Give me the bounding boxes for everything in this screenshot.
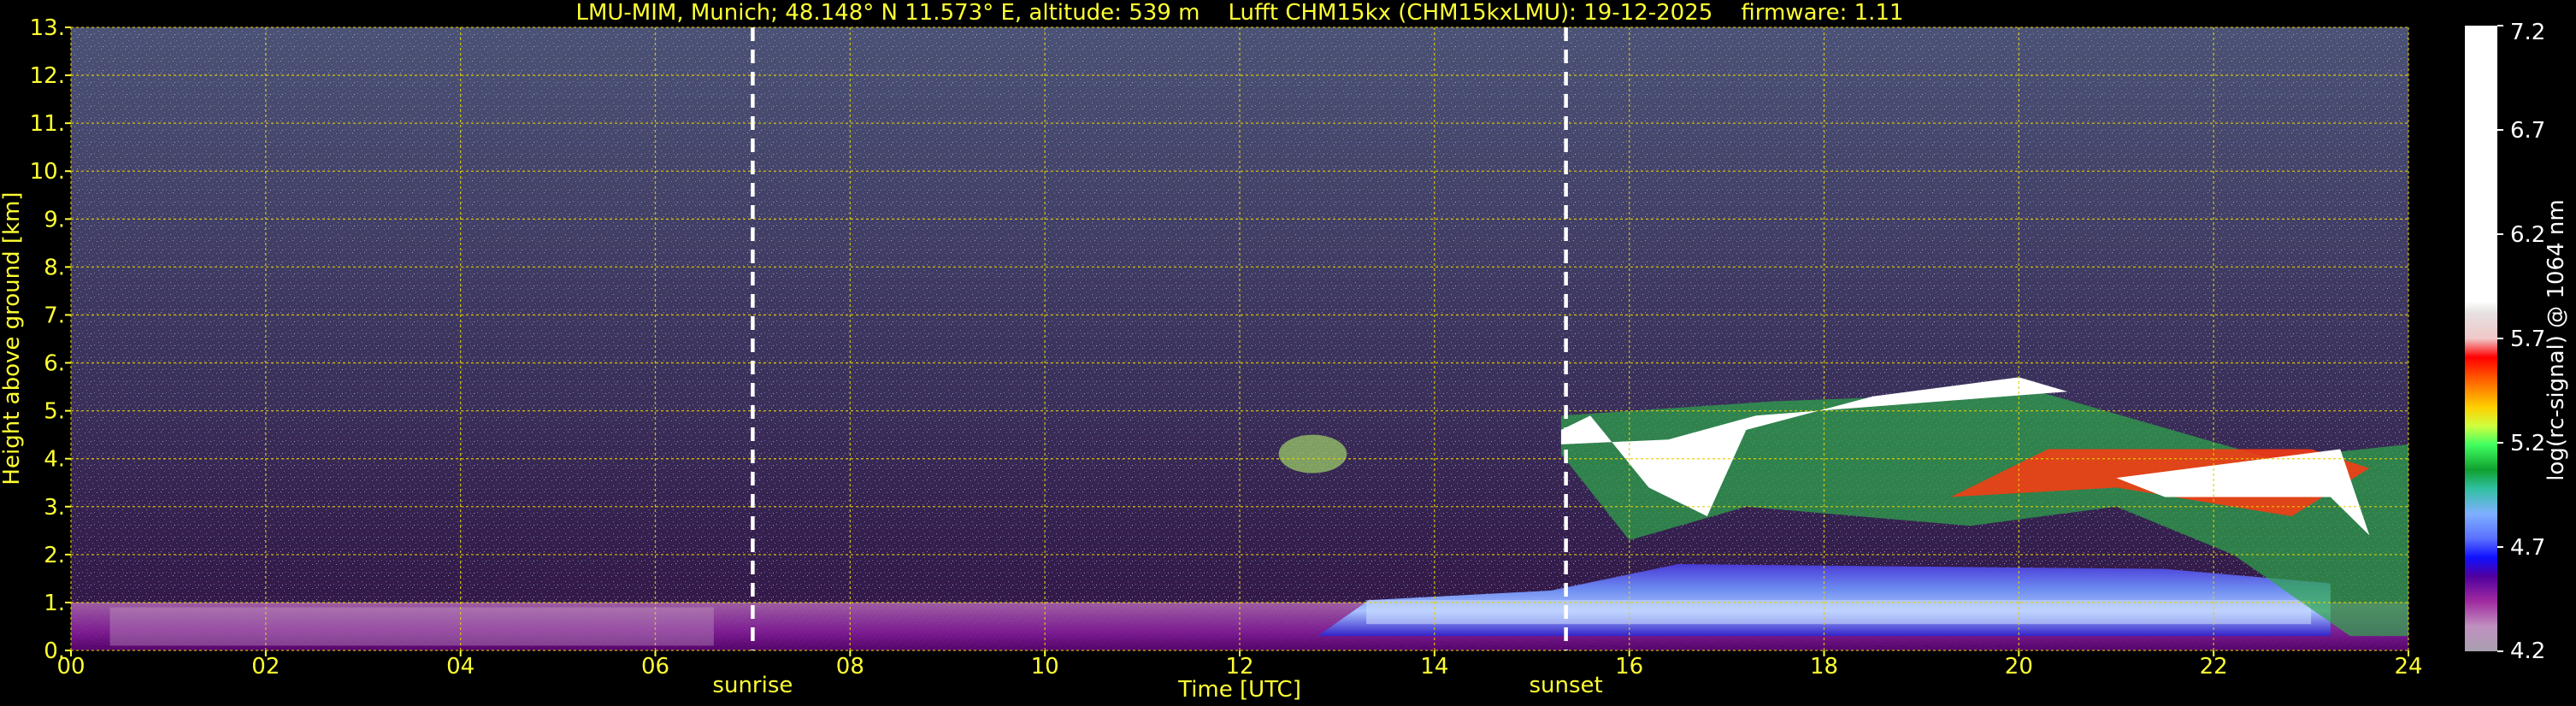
colorbar-tick-label: 7.2 [2510,20,2545,45]
x-tick-label: 02 [251,654,280,680]
y-tick-label: 7. [44,303,65,328]
feature-thin-cloud [1278,434,1347,474]
colorbar-tick-label: 5.7 [2510,327,2545,352]
y-axis: 0. 1. 2. 3. 4. 5. 6. 7. 8. 9. 10. 11. 12. 13. [30,15,71,664]
y-tick-label: 1. [44,591,65,616]
y-tick-label: 0. [44,638,65,664]
colorbar-label: log(rc-signal) @ 1064 nm [2544,199,2569,480]
x-tick-label: 22 [2200,654,2228,680]
y-tick-label: 5. [44,399,65,425]
y-tick-label: 2. [44,543,65,568]
y-tick-label: 12. [30,63,65,89]
chart-title: LMU-MIM, Munich; 48.148° N 11.573° E, al… [575,0,1903,26]
y-tick-label: 8. [44,255,65,280]
x-tick-label: 10 [1031,654,1059,680]
colorbar-tick-label: 4.2 [2510,638,2545,664]
x-axis: 00 02 04 06 08 10 12 14 16 18 20 22 24 [56,650,2423,680]
colorbar-tick-label: 6.2 [2510,222,2545,248]
ceilometer-chart: sunrise sunset 00 02 04 06 08 10 12 14 16 18 20 22 24… [0,0,2569,703]
marker-label-sunset: sunset [1529,673,1602,698]
x-tick-label: 16 [1615,654,1643,680]
x-tick-label: 08 [836,654,864,680]
y-axis-label: Height above ground [km] [0,191,25,485]
marker-label-sunrise: sunrise [712,673,793,698]
x-tick-label: 24 [2394,654,2422,680]
colorbar-ticks: 7.2 6.7 6.2 5.7 5.2 4.7 4.2 [2497,20,2545,664]
y-tick-label: 9. [44,207,65,232]
y-tick-label: 3. [44,495,65,521]
y-tick-label: 11. [30,111,65,137]
y-tick-label: 13. [30,15,65,41]
feature-aerosol-core [1366,600,2312,625]
colorbar-tick-label: 4.7 [2510,535,2545,561]
colorbar-tick-label: 6.7 [2510,118,2545,144]
colorbar-tick-label: 5.2 [2510,431,2545,456]
y-tick-label: 10. [30,159,65,185]
colorbar [2465,26,2497,651]
x-tick-label: 20 [2005,654,2033,680]
x-tick-label: 14 [1420,654,1448,680]
x-tick-label: 18 [1810,654,1838,680]
x-axis-label: Time [UTC] [1177,677,1301,703]
y-tick-label: 4. [44,447,65,473]
x-tick-label: 06 [641,654,669,680]
x-tick-label: 04 [446,654,475,680]
x-tick-label: 12 [1225,654,1253,680]
feature-morning-haze [109,607,714,646]
y-tick-label: 6. [44,351,65,377]
